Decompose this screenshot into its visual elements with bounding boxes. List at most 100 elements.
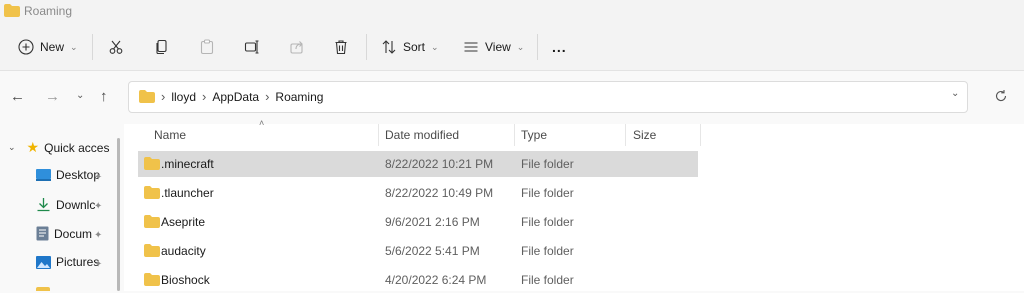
navigation-pane: ⌄ ★ Quick acces Desktop Downlc Docum Pic… [0,124,124,291]
sidebar-item-desktop[interactable]: Desktop [36,168,116,182]
breadcrumb-appdata[interactable]: AppData [212,90,259,104]
sidebar-item-pictures[interactable]: Pictures [36,255,116,269]
column-header-type[interactable]: Type [521,128,547,142]
sort-ascending-icon: ˄ [259,118,265,128]
chevron-down-icon[interactable]: ⌄ [951,88,959,99]
table-row[interactable]: Aseprite 9/6/2021 2:16 PM File folder [138,209,698,235]
copy-button[interactable] [154,34,170,60]
pin-icon: ✦ [94,230,103,241]
folder-icon [144,186,160,199]
separator [537,34,538,60]
paste-button[interactable] [199,34,215,60]
sidebar-item-label: Docum [54,226,93,241]
pin-icon: ✦ [94,172,103,183]
pin-icon: ✦ [94,201,103,212]
breadcrumb-roaming[interactable]: Roaming [275,90,323,104]
trash-icon [335,40,347,55]
file-name: audacity [161,244,206,258]
paste-icon [200,39,214,55]
chevron-right-icon[interactable]: › [265,89,269,104]
table-row[interactable]: .minecraft 8/22/2022 10:21 PM File folde… [138,151,698,177]
download-icon [37,198,50,212]
pin-icon: ✦ [94,259,103,270]
file-date: 9/6/2021 2:16 PM [385,215,480,229]
new-label: New [40,40,65,54]
file-name: Aseprite [161,215,206,229]
file-type: File folder [521,186,574,200]
new-button[interactable]: New ⌄ [18,34,78,60]
sidebar-item-label: Quick acces [44,140,110,155]
delete-button[interactable] [333,34,349,60]
file-type: File folder [521,244,574,258]
folder-icon [144,244,160,257]
forward-arrow-icon[interactable]: → [45,88,60,105]
view-button[interactable]: View ⌄ [463,34,524,60]
chevron-down-icon: ⌄ [516,41,525,52]
cut-button[interactable] [108,34,124,60]
sidebar-item-quick-access[interactable]: ⌄ ★ Quick acces [8,139,116,156]
folder-icon [144,215,160,228]
rename-icon [244,40,259,54]
title-bar: Roaming [0,0,1024,24]
plus-circle-icon [18,39,34,55]
document-icon [36,226,49,241]
column-divider[interactable] [378,124,379,146]
sidebar-scrollbar[interactable] [117,138,120,291]
chevron-right-icon[interactable]: › [202,89,206,104]
back-arrow-icon[interactable]: ← [10,88,25,105]
rename-button[interactable] [244,34,260,60]
chevron-down-icon: ⌄ [8,142,16,152]
table-row[interactable]: .tlauncher 8/22/2022 10:49 PM File folde… [138,180,698,206]
share-icon [290,41,303,54]
column-header-name[interactable]: Name [154,128,186,142]
address-bar[interactable]: › lloyd › AppData › Roaming ⌄ [128,81,968,113]
pictures-icon [36,255,51,269]
file-name: Bioshock [161,273,210,287]
more-icon: ... [552,39,567,55]
sidebar-item-documents[interactable]: Docum [36,226,116,241]
separator [92,34,93,60]
file-type: File folder [521,157,574,171]
file-list [124,124,1024,291]
sort-label: Sort [403,40,426,54]
share-button[interactable] [289,34,305,60]
separator [366,34,367,60]
column-header-size[interactable]: Size [633,128,656,142]
recent-locations-chevron-icon[interactable]: ⌄ [76,90,84,101]
file-date: 4/20/2022 6:24 PM [385,273,487,287]
file-date: 8/22/2022 10:49 PM [385,186,494,200]
window-title: Roaming [24,4,73,18]
up-arrow-icon[interactable]: ↑ [100,88,108,105]
star-icon: ★ [26,139,40,155]
file-type: File folder [521,273,574,287]
sort-button[interactable]: Sort ⌄ [381,34,439,60]
folder-icon [139,90,155,103]
file-name: .minecraft [161,157,214,171]
file-name: .tlauncher [161,186,214,200]
breadcrumb: › lloyd › AppData › Roaming [139,89,323,104]
folder-icon [4,4,20,17]
column-divider[interactable] [514,124,515,146]
column-divider[interactable] [700,124,701,146]
command-bar: New ⌄ Sort ⌄ View ⌄ ... [0,24,1024,71]
sort-icon [382,40,396,54]
view-lines-icon [464,42,478,52]
folder-icon [144,157,160,170]
column-divider[interactable] [625,124,626,146]
chevron-right-icon[interactable]: › [161,89,165,104]
more-options-button[interactable]: ... [552,34,567,60]
copy-icon [156,39,167,55]
file-type: File folder [521,215,574,229]
sidebar-item-downloads[interactable]: Downlc [36,197,116,212]
file-date: 8/22/2022 10:21 PM [385,157,494,171]
desktop-icon [36,169,51,181]
refresh-icon[interactable] [994,89,1008,103]
breadcrumb-lloyd[interactable]: lloyd [171,90,196,104]
folder-icon [36,287,50,291]
chevron-down-icon: ⌄ [70,41,78,52]
chevron-down-icon: ⌄ [431,41,439,52]
column-header-date-modified[interactable]: Date modified [385,128,459,142]
scissors-icon [109,40,123,54]
table-row[interactable]: Bioshock 4/20/2022 6:24 PM File folder [138,267,698,293]
table-row[interactable]: audacity 5/6/2022 5:41 PM File folder [138,238,698,264]
